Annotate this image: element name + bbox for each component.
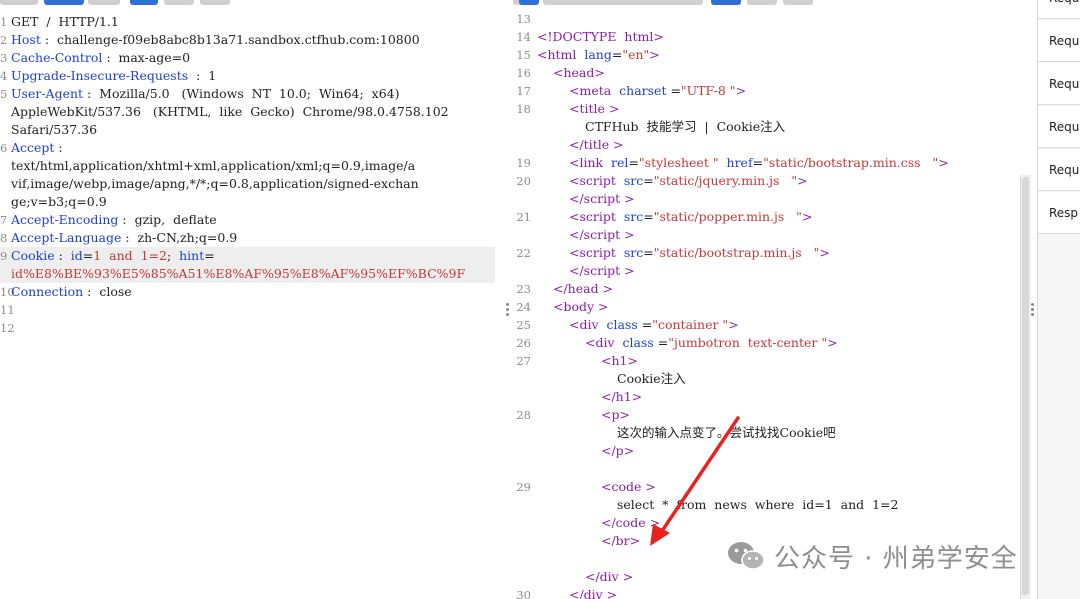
- annotation-arrow-head: [650, 524, 670, 546]
- annotation-overlay: [650, 416, 740, 546]
- watermark: 公众号 · 州弟学安全: [726, 535, 1018, 577]
- wechat-icon: [728, 542, 765, 570]
- annotation-arrow-shaft: [656, 416, 740, 539]
- watermark-text: 公众号 · 州弟学安全: [774, 543, 1018, 574]
